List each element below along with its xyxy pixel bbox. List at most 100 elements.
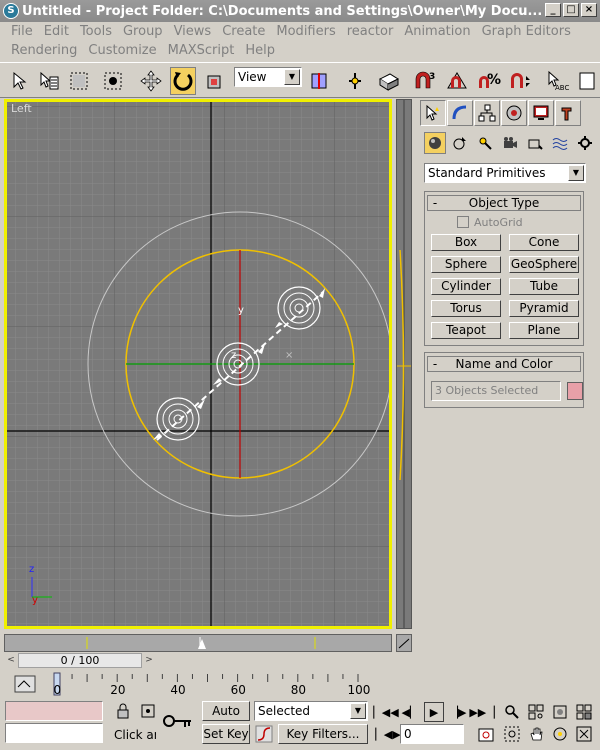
set-key-mode-icon[interactable] [160, 704, 196, 738]
hierarchy-tab-icon[interactable] [474, 100, 500, 126]
time-slider-next-icon[interactable]: > [142, 653, 156, 668]
maxscript-listener-field[interactable] [5, 701, 103, 721]
absolute-mode-icon[interactable] [138, 701, 158, 721]
cylinder-button[interactable]: Cylinder [431, 278, 501, 295]
menu-edit[interactable]: Edit [39, 24, 75, 39]
track-bar[interactable] [4, 634, 392, 652]
maxscript-input-field[interactable] [5, 723, 103, 743]
current-frame-field[interactable]: 0 [400, 724, 464, 744]
zoom-icon[interactable] [502, 702, 522, 722]
close-button[interactable]: × [581, 3, 597, 17]
key-mode-toggle-icon[interactable]: ▏◀▶ [375, 724, 400, 744]
arc-rotate-icon[interactable] [550, 724, 570, 744]
time-configuration-icon[interactable] [476, 724, 496, 744]
object-name-field[interactable]: 3 Objects Selected [431, 381, 561, 401]
zoom-extents-all-icon[interactable] [574, 702, 594, 722]
rectangle-region-icon[interactable] [66, 67, 92, 95]
autogrid-checkbox[interactable] [457, 216, 469, 228]
select-and-manipulate-icon[interactable] [342, 67, 368, 95]
percent-snap-icon[interactable]: % [476, 67, 502, 95]
systems-category-icon[interactable] [574, 132, 596, 154]
maximize-button[interactable]: □ [563, 3, 579, 17]
selection-filter-select[interactable]: Selected ▼ [254, 701, 368, 721]
sphere-button[interactable]: Sphere [431, 256, 501, 273]
menu-rendering[interactable]: Rendering [6, 43, 83, 58]
use-pivot-center-icon[interactable] [306, 67, 332, 95]
menu-animation[interactable]: Animation [399, 24, 476, 39]
create-tab-icon[interactable] [420, 100, 446, 126]
reference-coordinate-select[interactable]: View ▼ [234, 67, 302, 87]
track-bar-end[interactable] [396, 634, 412, 652]
geometry-category-icon[interactable] [424, 132, 446, 154]
menu-reactor[interactable]: reactor [342, 24, 400, 39]
box-button[interactable]: Box [431, 234, 501, 251]
frame-ruler[interactable]: 0 20 40 60 80 100 [0, 672, 600, 698]
pan-icon[interactable] [526, 724, 546, 744]
auto-key-button[interactable]: Auto Key [202, 701, 250, 736]
zoom-all-icon[interactable] [526, 702, 546, 722]
keyboard-shortcut-override-icon[interactable] [376, 67, 402, 95]
space-warps-category-icon[interactable] [549, 132, 571, 154]
cameras-category-icon[interactable] [499, 132, 521, 154]
go-to-start-icon[interactable]: ▏◀◀ [373, 702, 398, 722]
region-zoom-icon[interactable] [502, 724, 522, 744]
object-type-rollout-header[interactable]: - Object Type [427, 195, 581, 211]
menu-file[interactable]: File [6, 24, 39, 39]
select-by-name-icon[interactable] [36, 67, 62, 95]
select-object-icon[interactable] [6, 67, 32, 95]
geosphere-button[interactable]: GeoSphere [509, 256, 579, 273]
frame-counter[interactable]: 0 / 100 [18, 652, 142, 668]
next-frame-icon[interactable]: ▕▶ [448, 702, 468, 722]
move-icon[interactable] [138, 67, 164, 95]
previous-frame-icon[interactable]: ◀▏ [400, 702, 420, 722]
menu-create[interactable]: Create [217, 24, 271, 39]
scale-icon[interactable] [202, 67, 228, 95]
maximize-viewport-icon[interactable] [574, 724, 594, 744]
torus-button[interactable]: Torus [431, 300, 501, 317]
plane-button[interactable]: Plane [509, 322, 579, 339]
menu-tools[interactable]: Tools [75, 24, 118, 39]
menu-help[interactable]: Help [240, 43, 281, 58]
time-slider-prev-icon[interactable]: < [4, 653, 18, 668]
time-slider[interactable]: < 0 / 100 > [4, 652, 160, 668]
menu-modifiers[interactable]: Modifiers [271, 24, 341, 39]
menu-graph-editors[interactable]: Graph Editors [477, 24, 577, 39]
name-and-color-rollout-header[interactable]: - Name and Color [427, 356, 581, 372]
minimize-button[interactable]: _ [545, 3, 561, 17]
cone-button[interactable]: Cone [509, 234, 579, 251]
object-color-swatch[interactable] [567, 382, 583, 400]
default-in-out-tangents-icon[interactable] [254, 724, 274, 744]
primitive-category-select[interactable]: Standard Primitives ▼ [424, 163, 586, 183]
angle-snap-icon[interactable] [444, 67, 470, 95]
teapot-button[interactable]: Teapot [431, 322, 501, 339]
left-viewport[interactable]: y z × z y Left [4, 99, 392, 629]
shapes-category-icon[interactable] [449, 132, 471, 154]
snaps-toggle-icon[interactable]: 3 [412, 67, 438, 95]
rotate-icon[interactable] [170, 67, 196, 95]
lock-icon[interactable] [113, 701, 133, 721]
viewport-label[interactable]: Left [11, 102, 32, 115]
zoom-extents-icon[interactable] [550, 702, 570, 722]
lights-category-icon[interactable] [474, 132, 496, 154]
menu-maxscript[interactable]: MAXScript [163, 43, 241, 58]
mirror-icon[interactable] [574, 67, 600, 95]
window-crossing-icon[interactable] [100, 67, 126, 95]
tube-button[interactable]: Tube [509, 278, 579, 295]
utilities-tab-icon[interactable] [555, 100, 581, 126]
side-viewport-strip[interactable] [396, 99, 412, 629]
spinner-snap-icon[interactable] [508, 67, 534, 95]
menu-customize[interactable]: Customize [83, 43, 162, 58]
pyramid-button[interactable]: Pyramid [509, 300, 579, 317]
go-to-end-icon[interactable]: ▶▶▕ [469, 702, 494, 722]
display-tab-icon[interactable] [528, 100, 554, 126]
set-key-button[interactable]: Set Key [202, 724, 250, 744]
key-filters-button[interactable]: Key Filters... [278, 724, 368, 744]
app-logo-icon[interactable]: S [3, 3, 19, 19]
menu-group[interactable]: Group [118, 24, 169, 39]
viewport-canvas[interactable]: y z × z y [7, 102, 389, 626]
edit-named-selection-icon[interactable]: ABC [546, 67, 572, 95]
menu-views[interactable]: Views [169, 24, 218, 39]
modify-tab-icon[interactable] [447, 100, 473, 126]
play-icon[interactable]: ▶ [424, 702, 444, 722]
helpers-category-icon[interactable] [524, 132, 546, 154]
